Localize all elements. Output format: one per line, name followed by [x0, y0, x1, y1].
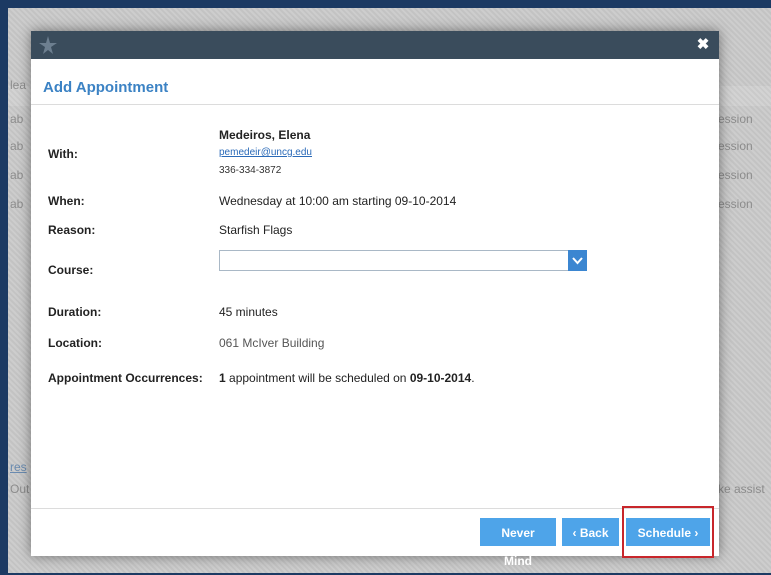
background-link: res: [10, 460, 27, 474]
location-value: 061 McIver Building: [219, 336, 325, 350]
occurrences-text: appointment will be scheduled on: [225, 371, 410, 385]
occurrences-count: 1: [219, 371, 226, 385]
reason-value: Starfish Flags: [219, 223, 293, 237]
dialog-titlebar: ✖: [31, 31, 719, 59]
duration-value: 45 minutes: [219, 305, 278, 319]
course-select[interactable]: [219, 250, 587, 271]
background-text: ab: [10, 139, 24, 153]
background-text: ke assist: [718, 482, 765, 496]
with-label: With:: [48, 147, 78, 161]
chevron-down-icon[interactable]: [568, 250, 587, 271]
background-text: ab: [10, 197, 24, 211]
occurrences-period: .: [471, 371, 475, 385]
back-button[interactable]: ‹ Back: [562, 518, 619, 546]
dialog-title: Add Appointment: [43, 79, 169, 96]
when-label: When:: [48, 194, 85, 208]
attendee-email-link[interactable]: pemedeir@uncg.edu: [219, 147, 312, 158]
never-mind-button[interactable]: Never Mind: [480, 518, 556, 568]
add-appointment-dialog: ✖ Add Appointment With: Medeiros, Elena …: [31, 31, 719, 568]
occurrences-summary: 1 appointment will be scheduled on 09-10…: [219, 371, 475, 385]
when-value: Wednesday at 10:00 am starting 09-10-201…: [219, 194, 457, 208]
occurrences-date: 09-10-2014: [409, 371, 472, 385]
attendee-name: Medeiros, Elena: [219, 128, 311, 142]
background-text: ession: [718, 139, 753, 153]
background-text: ession: [718, 197, 753, 211]
location-label: Location:: [48, 336, 102, 350]
occurrences-label: Appointment Occurrences:: [48, 371, 203, 385]
starfish-logo-icon: [37, 34, 59, 56]
duration-label: Duration:: [48, 305, 102, 319]
background-text: ab: [10, 112, 24, 126]
background-text: ession: [718, 168, 753, 182]
course-label: Course:: [48, 263, 94, 277]
schedule-highlight-box: [622, 506, 714, 558]
background-text: ab: [10, 168, 24, 182]
background-text: ession: [718, 112, 753, 126]
background-text: lea: [10, 78, 27, 92]
reason-label: Reason:: [48, 223, 96, 237]
background-text: Out: [10, 482, 30, 496]
attendee-phone: 336-334-3872: [219, 165, 282, 176]
close-icon[interactable]: ✖: [695, 36, 711, 54]
